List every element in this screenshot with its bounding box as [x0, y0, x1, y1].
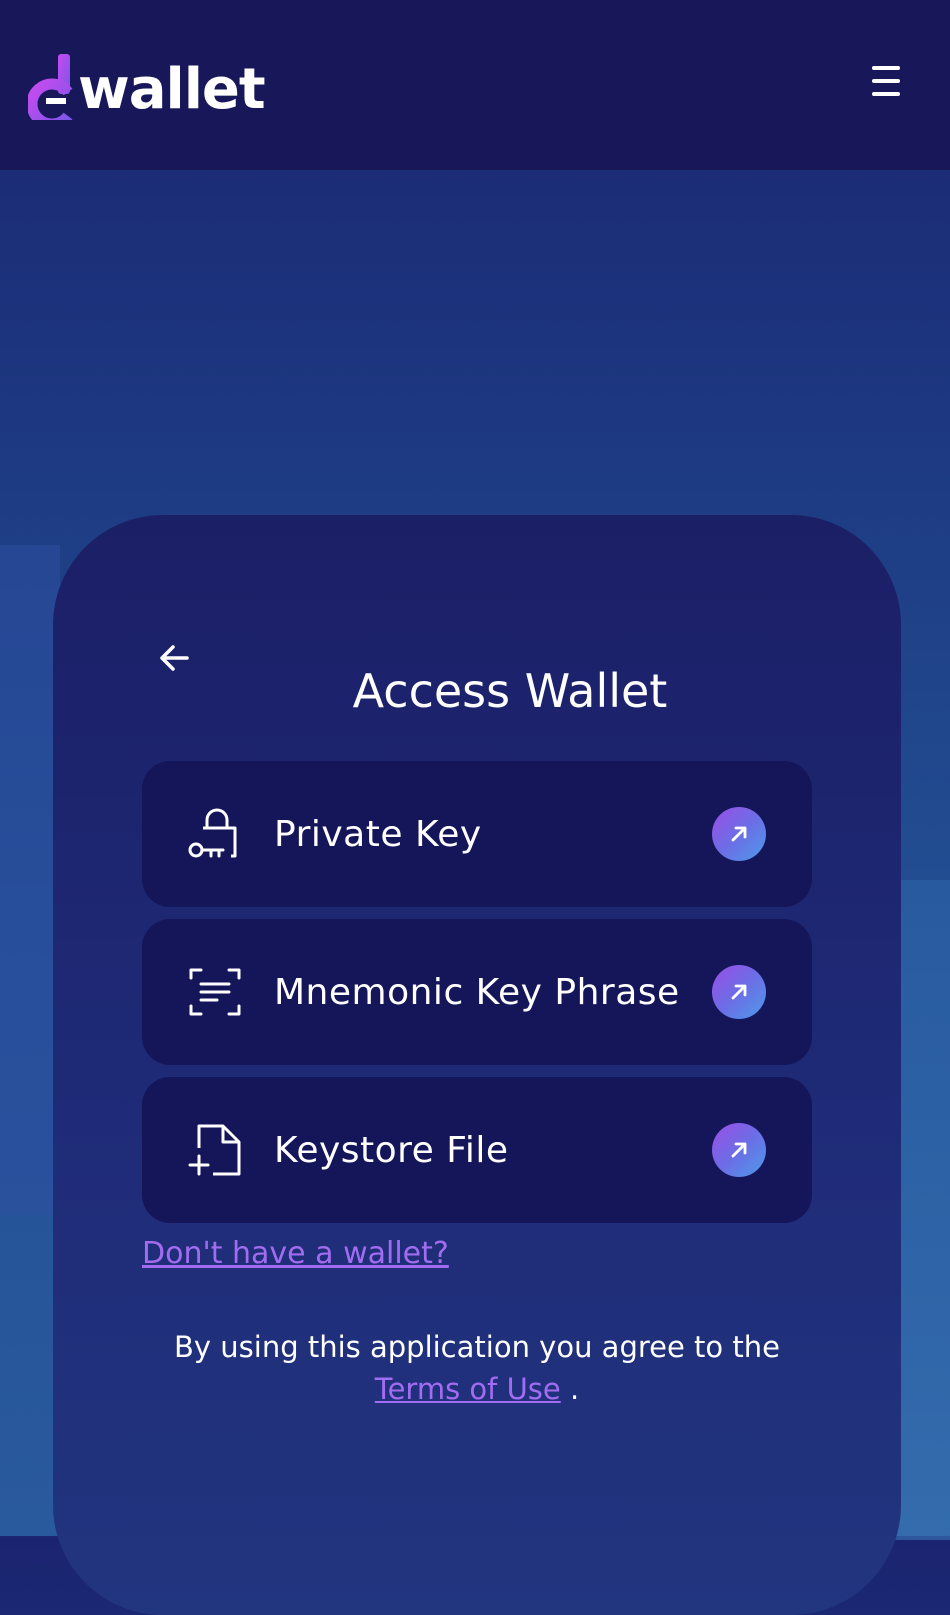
option-private-key[interactable]: Private Key — [142, 761, 812, 907]
hamburger-menu-icon[interactable] — [872, 66, 902, 96]
arrow-up-right-icon[interactable] — [712, 807, 766, 861]
key-lock-icon — [186, 805, 244, 863]
option-keystore-file[interactable]: Keystore File — [142, 1077, 812, 1223]
arrow-up-right-icon[interactable] — [712, 965, 766, 1019]
dwallet-logo[interactable]: wallet — [26, 48, 266, 130]
page-title: Access Wallet — [352, 663, 668, 718]
arrow-left-icon[interactable] — [152, 635, 198, 681]
scan-text-icon — [186, 963, 244, 1021]
brand-name: wallet — [78, 57, 266, 122]
option-label: Private Key — [274, 813, 482, 855]
background-shape-left — [0, 545, 60, 1215]
terms-notice: By using this application you agree to t… — [142, 1326, 812, 1410]
arrow-up-right-icon[interactable] — [712, 1123, 766, 1177]
logo-mark-icon — [26, 54, 78, 130]
terms-suffix-text: . — [569, 1372, 580, 1406]
create-wallet-link[interactable]: Don't have a wallet? — [142, 1236, 449, 1271]
terms-prefix-text: By using this application you agree to t… — [174, 1330, 780, 1364]
file-add-icon — [186, 1121, 244, 1179]
terms-of-use-link[interactable]: Terms of Use — [375, 1372, 561, 1406]
option-label: Keystore File — [274, 1129, 509, 1171]
option-label: Mnemonic Key Phrase — [274, 971, 680, 1013]
option-mnemonic-key-phrase[interactable]: Mnemonic Key Phrase — [142, 919, 812, 1065]
top-header: wallet — [0, 0, 950, 170]
